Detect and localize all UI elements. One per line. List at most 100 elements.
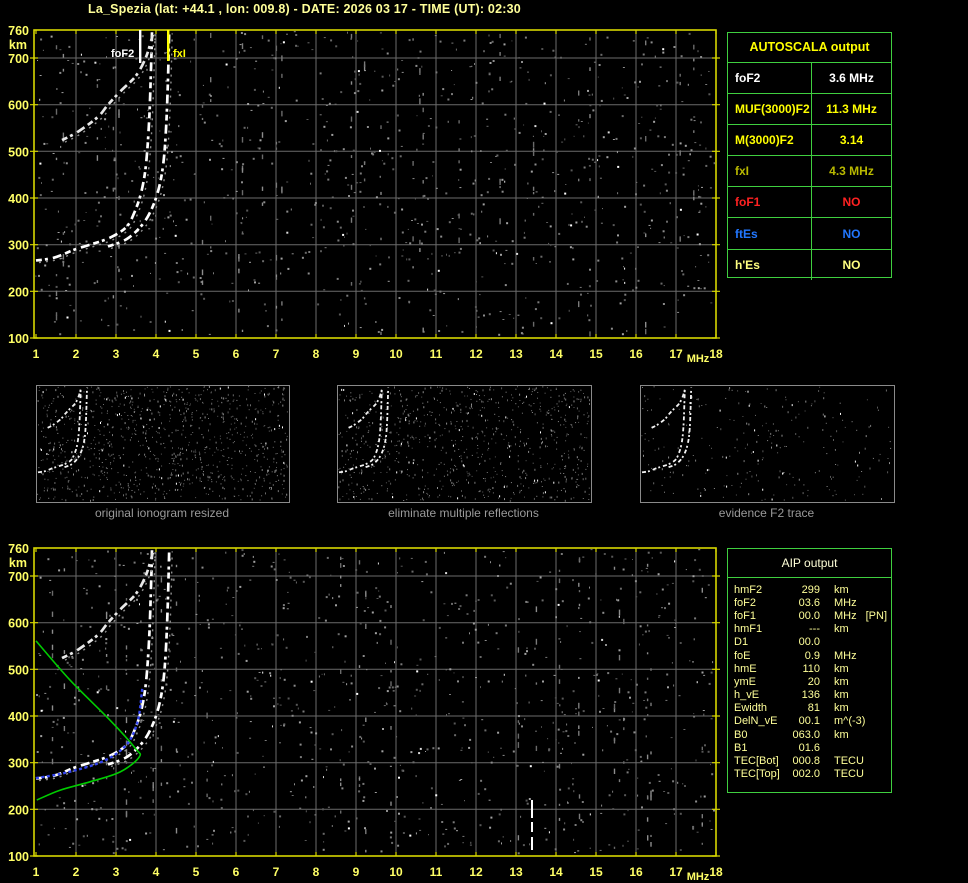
parameter-value: --- [809,623,820,636]
x-tick-label: 13 [509,347,523,361]
y-tick-label: 100 [8,332,29,346]
y-tick-label: 700 [8,570,29,584]
x-tick-label: 9 [353,347,360,361]
parameter-value: 110 [802,662,820,675]
x-tick-label: 1 [33,347,40,361]
y-axis-unit: km [9,38,27,52]
parameter-unit: MHz [834,596,857,609]
x-tick-label: 1 [33,865,40,879]
y-tick-label: 500 [8,663,29,677]
y-tick-label: 500 [8,145,29,159]
restored-trace [35,686,144,780]
parameter-unit: km [834,583,849,596]
f2-extraordinary-trace [107,549,171,766]
thumbnail-original-ionogram [36,385,290,503]
parameter-label: foF2 [728,63,812,94]
autoscala-row-hes: h'Es NO [728,248,891,280]
x-tick-label: 2 [73,865,80,879]
parameter-value: 063.0 [792,728,820,741]
parameter-label: foF2 [734,596,757,609]
parameter-label: B1 [734,741,748,754]
autoscala-row-fof2: foF2 3.6 MHz [728,62,891,94]
aip-row-fof2: foF2 03.6 MHz [728,596,891,609]
plot-area [30,547,720,857]
x-tick-label: 17 [669,865,683,879]
autoscala-window: La_Spezia (lat: +44.1 , lon: 009.8) - DA… [0,0,968,883]
parameter-label: M(3000)F2 [728,125,812,156]
parameter-label: MUF(3000)F2 [728,94,812,125]
x-tick-label: 11 [430,347,443,361]
thumbnail-eliminate-reflections [337,385,592,503]
y-tick-label: 100 [8,850,29,864]
parameter-value: NO [842,195,861,210]
aip-row-hmf1: hmF1 --- km [728,623,891,636]
parameter-value: 81 [807,702,820,715]
f2-extraordinary-trace [668,387,693,468]
foF2-marker-line [139,30,142,63]
y-axis-unit: km [9,556,27,570]
parameter-label: foF1 [734,609,757,622]
parameter-value: 01.6 [798,741,820,754]
parameter-value: 3.14 [839,133,864,148]
ionogram-profile-plot: 1 2 3 4 5 6 7 8 9 10 11 12 13 14 15 16 17 18MHz7607006005… [8,542,723,883]
parameter-unit: MHz [834,649,857,662]
parameter-label: TEC[Top] [734,768,780,781]
x-tick-label: 8 [313,865,320,879]
autoscala-output-table: AUTOSCALA output foF2 3.6 MHz MUF(3000)F2 1… [727,32,892,280]
caption-original-ionogram: original ionogram resized [94,506,230,520]
x-tick-label: 16 [629,347,643,361]
x-tick-label: 13 [509,865,523,879]
aip-row-hme: hmE 110 km [728,662,891,675]
x-tick-label: 3 [113,865,120,879]
grid-lines [34,30,716,338]
x-tick-label: 7 [273,865,280,879]
aip-row-b0: B0 063.0 km [728,728,891,741]
parameter-label: ymE [734,675,756,688]
x-tick-label: 10 [389,347,403,361]
fxI-marker-label: fxI [173,48,186,60]
autoscala-row-fof1: foF1 NO [728,186,891,218]
f2-ordinary-trace [641,387,686,474]
x-axis-unit: MHz [687,871,710,883]
parameter-label: TEC[Bot] [734,755,779,768]
parameter-unit: km [834,689,849,702]
aip-row-tecbot: TEC[Bot] 000.8 TECU [728,754,891,767]
parameter-value: 00.1 [798,715,820,728]
aip-row-hmf2: hmF2 299 km [728,583,891,596]
aip-table-rows: hmF2 299 km foF2 03.6 MHz foF1 00.0 MHz [PN] hmF1 -… [728,578,891,781]
aip-row-foe: foE 0.9 MHz [728,649,891,662]
parameter-unit: km [834,702,849,715]
y-tick-label: 200 [8,285,29,299]
x-tick-label: 18 [709,347,723,361]
autoscala-table-header: AUTOSCALA output [749,40,870,54]
x-tick-label: 4 [153,347,160,361]
f2-ordinary-trace [35,549,154,780]
echo-noise [35,549,715,855]
parameter-note: [PN] [865,609,888,622]
autoscala-table-rows: foF2 3.6 MHz MUF(3000)F2 11.3 MHz M(3000)F2 3… [728,62,891,280]
plot-area: foF2 fxI [30,29,720,339]
aip-table-header: AIP output [728,549,891,578]
x-tick-label: 12 [469,347,483,361]
x-tick-label: 4 [153,865,160,879]
aip-output-table: AIP output hmF2 299 km foF2 03.6 MHz foF1 00.0 M… [727,548,892,793]
y-tick-label: 600 [8,99,29,113]
electron-density-profile [35,640,142,801]
parameter-label: D1 [734,636,749,649]
parameter-value: 00.0 [798,609,820,622]
parameter-unit: TECU [834,768,864,781]
x-tick-label: 9 [353,865,360,879]
x-tick-label: 12 [469,865,483,879]
parameter-value: 11.3 MHz [826,102,877,117]
parameter-value: 0.9 [804,649,820,662]
second-hop-trace [348,388,383,429]
parameter-value: 3.6 MHz [829,71,874,86]
y-axis-labels: 760 700 600 500 400 300 200 100 km [8,542,29,864]
echo-noise [35,31,715,337]
parameter-unit: km [834,662,849,675]
autoscala-row-muf3000f2: MUF(3000)F2 11.3 MHz [728,93,891,125]
x-tick-label: 15 [589,347,603,361]
aip-row-b1: B1 01.6 [728,741,891,754]
parameter-label: h_vE [734,689,760,702]
parameter-label: Ewidth [734,702,768,715]
